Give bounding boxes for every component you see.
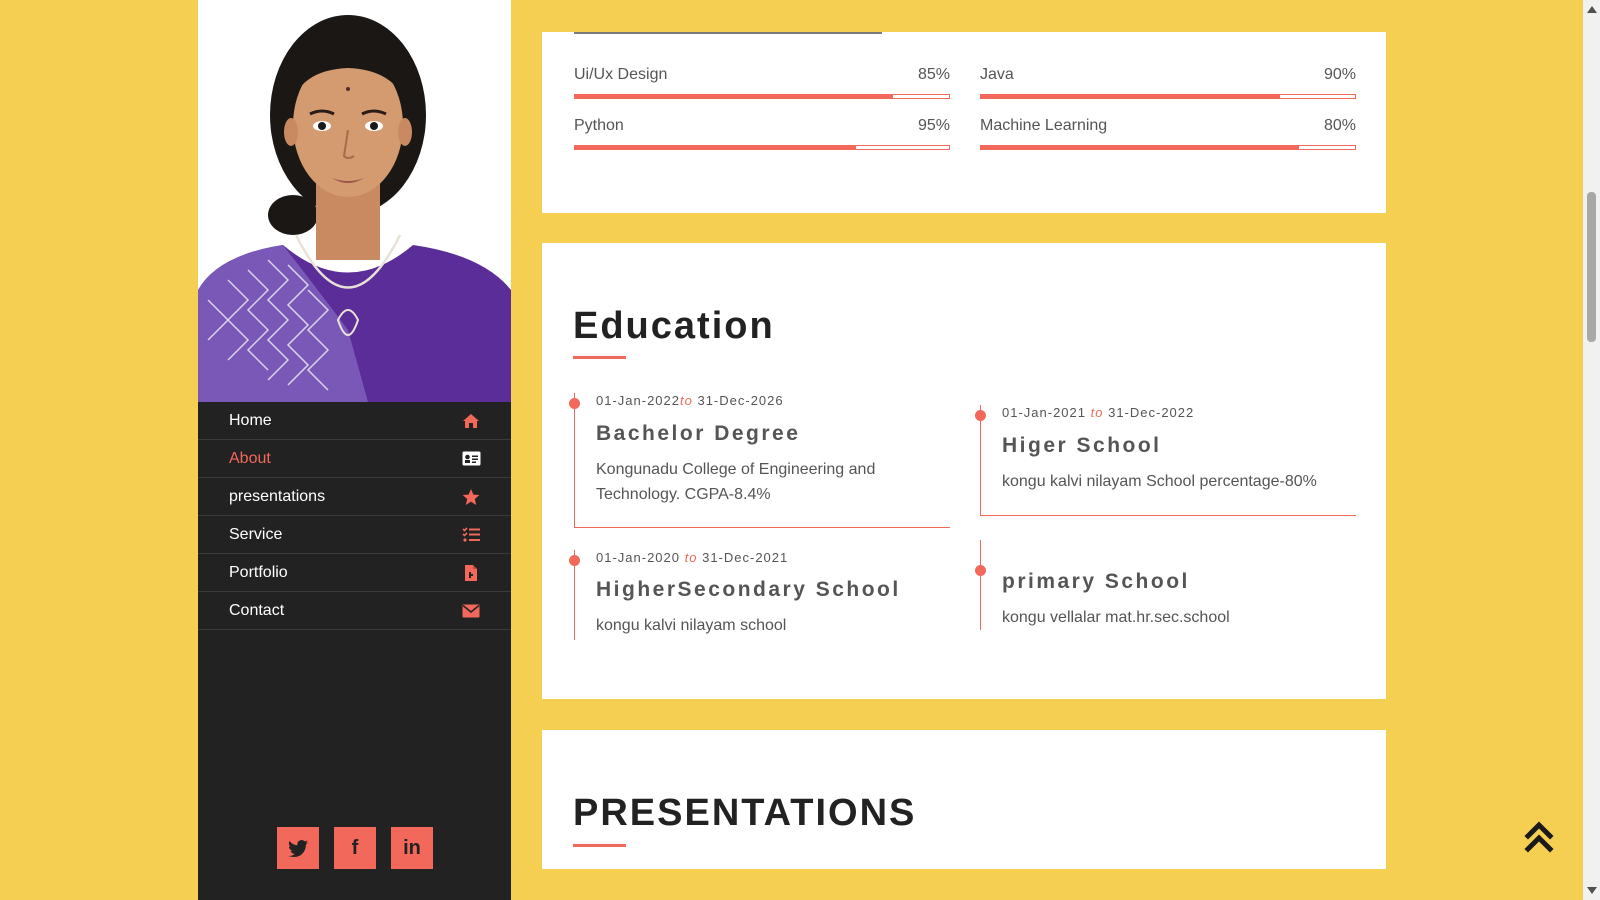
- nav-item-label: Portfolio: [229, 563, 288, 581]
- skill-item: Java 90%: [980, 66, 1356, 99]
- nav-item-about[interactable]: About: [198, 440, 511, 478]
- skill-name: Python: [574, 117, 624, 134]
- facebook-icon: f: [351, 836, 359, 859]
- nav-item-service[interactable]: Service: [198, 516, 511, 554]
- nav-item-label: Home: [229, 411, 272, 429]
- timeline-dot: [569, 398, 580, 409]
- presentations-title: PRESENTATIONS: [573, 792, 917, 834]
- skills-card: Ui/Ux Design 85% Java 90% Python 95% Mac…: [542, 32, 1386, 213]
- date-from: 01-Jan-2021: [1002, 405, 1086, 420]
- facebook-button[interactable]: f: [334, 827, 376, 869]
- linkedin-icon: in: [403, 836, 421, 859]
- education-desc: kongu vellalar mat.hr.sec.school: [1002, 609, 1230, 626]
- skill-percent: 85%: [917, 66, 950, 83]
- date-from: 01-Jan-2022: [596, 393, 680, 408]
- education-degree: primary School: [1002, 570, 1190, 593]
- education-degree: HigherSecondary School: [596, 578, 901, 601]
- education-title: Education: [573, 305, 775, 347]
- timeline-dot: [975, 565, 986, 576]
- title-underline: [573, 356, 626, 359]
- main-nav: Home About presentations Service Portfol…: [198, 402, 511, 630]
- skill-item: Python 95%: [574, 117, 950, 150]
- education-date: 01-Jan-2021 to 31-Dec-2022: [1002, 405, 1356, 420]
- title-underline: [573, 844, 626, 847]
- social-links: f in: [277, 827, 433, 869]
- skill-item: Machine Learning 80%: [980, 117, 1356, 150]
- skill-divider: [574, 32, 882, 34]
- timeline-dot: [975, 410, 986, 421]
- education-item: primary School kongu vellalar mat.hr.sec…: [975, 540, 1356, 630]
- skill-bar: [574, 94, 950, 99]
- date-from: 01-Jan-2020: [596, 550, 680, 565]
- date-to: 31-Dec-2026: [697, 393, 784, 408]
- sidebar: Home About presentations Service Portfol…: [198, 0, 511, 900]
- linkedin-button[interactable]: in: [391, 827, 433, 869]
- skill-bar: [980, 94, 1356, 99]
- nav-item-contact[interactable]: Contact: [198, 592, 511, 630]
- date-to-word: to: [1090, 405, 1104, 420]
- date-to-word: to: [680, 393, 693, 408]
- timeline-divider: [574, 527, 950, 528]
- twitter-button[interactable]: [277, 827, 319, 869]
- skill-percent: 95%: [917, 117, 950, 134]
- presentations-card: PRESENTATIONS: [542, 730, 1386, 869]
- skill-name: Machine Learning: [980, 117, 1108, 134]
- education-desc: Kongunadu College of Engineering and Tec…: [596, 461, 876, 503]
- date-to-word: to: [684, 550, 698, 565]
- nav-item-label: Service: [229, 525, 283, 543]
- skill-bar: [574, 145, 950, 150]
- nav-item-home[interactable]: Home: [198, 402, 511, 440]
- page-scrollbar[interactable]: [1583, 0, 1600, 900]
- list-icon: [461, 525, 481, 545]
- education-degree: Higer School: [1002, 434, 1162, 457]
- scroll-thumb[interactable]: [1587, 192, 1596, 342]
- education-date: 01-Jan-2022to 31-Dec-2026: [596, 393, 950, 408]
- education-item: 01-Jan-2020 to 31-Dec-2021 HigherSeconda…: [569, 550, 950, 640]
- date-to: 31-Dec-2022: [1108, 405, 1195, 420]
- skill-bar-fill: [575, 95, 893, 98]
- skill-percent: 80%: [1323, 117, 1356, 134]
- timeline-divider: [980, 515, 1356, 516]
- nav-item-label: About: [229, 449, 271, 467]
- profile-photo: [198, 0, 511, 402]
- education-desc: kongu kalvi nilayam School percentage-80…: [1002, 473, 1317, 490]
- nav-item-label: Contact: [229, 601, 285, 619]
- double-chevron-up-icon: [1524, 821, 1554, 853]
- education-desc: kongu kalvi nilayam school: [596, 617, 787, 634]
- skill-bar-fill: [981, 95, 1281, 98]
- skill-bar: [980, 145, 1356, 150]
- nav-item-presentations[interactable]: presentations: [198, 478, 511, 516]
- education-degree: Bachelor Degree: [596, 422, 801, 445]
- file-icon: [461, 563, 481, 583]
- timeline-dot: [569, 555, 580, 566]
- skill-bar-fill: [981, 146, 1299, 149]
- scroll-to-top-button[interactable]: [1524, 820, 1554, 854]
- skill-percent: 90%: [1323, 66, 1356, 83]
- star-icon: [461, 487, 481, 507]
- skill-item: Ui/Ux Design 85%: [574, 66, 950, 99]
- id-card-icon: [461, 449, 481, 469]
- education-item: 01-Jan-2021 to 31-Dec-2022 Higer School …: [975, 405, 1356, 515]
- scroll-down-arrow[interactable]: [1587, 887, 1597, 894]
- twitter-icon: [288, 839, 308, 857]
- envelope-icon: [461, 601, 481, 621]
- skill-name: Ui/Ux Design: [574, 66, 668, 83]
- scroll-up-arrow[interactable]: [1587, 6, 1597, 13]
- skill-name: Java: [980, 66, 1014, 83]
- date-to: 31-Dec-2021: [702, 550, 789, 565]
- nav-item-label: presentations: [229, 487, 326, 505]
- education-date: 01-Jan-2020 to 31-Dec-2021: [596, 550, 950, 565]
- home-icon: [461, 411, 481, 431]
- education-card: Education 01-Jan-2022to 31-Dec-2026 Bach…: [542, 243, 1386, 699]
- nav-item-portfolio[interactable]: Portfolio: [198, 554, 511, 592]
- skill-bar-fill: [575, 146, 856, 149]
- education-item: 01-Jan-2022to 31-Dec-2026 Bachelor Degre…: [569, 393, 950, 527]
